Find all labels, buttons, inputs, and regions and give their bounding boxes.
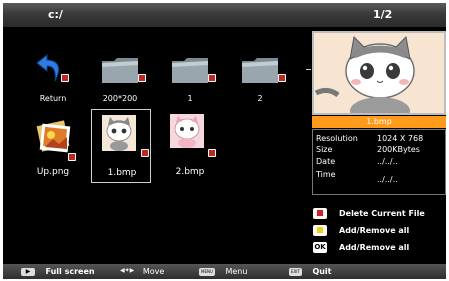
info-value-time: ../../..: [377, 175, 398, 184]
info-value-resolution: 1024 X 768: [377, 134, 424, 143]
info-value-date: ../../..: [377, 157, 398, 166]
check-mark: [278, 74, 286, 82]
header-bar: c:/ 1/2: [3, 3, 446, 27]
info-key-time: Time: [316, 170, 336, 179]
footer-bar: ▶ Full screen ◀✦▶ Move MENU Menu EXIT Qu…: [3, 264, 446, 279]
footer-full-screen: ▶ Full screen: [21, 267, 95, 276]
item-label: Up.png: [36, 167, 70, 177]
grid-item-2-bmp[interactable]: 2.bmp: [160, 111, 220, 179]
exit-key-icon: EXIT: [289, 267, 302, 276]
grid-item-up-png[interactable]: Up.png: [23, 111, 83, 179]
info-value-size: 200KBytes: [377, 145, 420, 154]
grid-item-folder-2[interactable]: 2: [230, 41, 290, 109]
folder-icon: [172, 58, 208, 83]
grid-item-return[interactable]: Return: [23, 41, 83, 109]
file-info-panel: Resolution 1024 X 768 Size 200KBytes Dat…: [312, 129, 446, 195]
footer-label: Quit: [312, 267, 332, 276]
item-label: 2.bmp: [175, 167, 205, 177]
photo-stack-icon: [36, 120, 71, 153]
legend-label: Delete Current File: [339, 209, 425, 218]
item-label: 1: [187, 94, 193, 103]
preview-filename: 1.bmp: [312, 116, 446, 128]
check-mark: [68, 153, 76, 161]
footer-menu: MENU Menu: [199, 267, 247, 276]
media-browser-screen: c:/ 1/2 Return 200*200 1 2 Up.png 1.bmp …: [3, 3, 446, 279]
page-indicator: 1/2: [373, 8, 393, 21]
footer-label: Menu: [225, 267, 248, 276]
preview-pointer: [306, 69, 311, 70]
check-mark: [208, 74, 216, 82]
check-mark: [141, 149, 149, 157]
footer-move: ◀✦▶ Move: [120, 265, 165, 276]
current-path: c:/: [48, 8, 63, 21]
item-label: 1.bmp: [107, 168, 137, 178]
check-mark: [138, 74, 146, 82]
folder-icon: [242, 58, 278, 83]
info-key-size: Size: [316, 145, 333, 154]
grid-item-folder-200x200[interactable]: 200*200: [90, 41, 150, 109]
legend-label: Add/Remove all: [339, 243, 410, 252]
info-key-resolution: Resolution: [316, 134, 358, 143]
footer-quit: EXIT Quit: [289, 267, 332, 276]
item-label: 2: [257, 94, 263, 103]
cat-preview-icon: [314, 33, 444, 113]
check-mark: [61, 74, 69, 82]
menu-key-icon: MENU: [199, 267, 215, 276]
check-mark: [208, 149, 216, 157]
cat-image-icon: [170, 114, 204, 148]
grid-item-folder-1[interactable]: 1: [160, 41, 220, 109]
grid-item-1-bmp[interactable]: 1.bmp: [91, 109, 151, 183]
play-key-icon: ▶: [21, 267, 35, 276]
footer-label: Full screen: [45, 267, 95, 276]
dpad-icon: ◀✦▶: [120, 267, 135, 274]
ok-key-icon: OK: [313, 242, 327, 253]
info-key-date: Date: [316, 157, 336, 166]
preview-image: [312, 31, 446, 115]
footer-label: Move: [142, 267, 165, 276]
folder-icon: [102, 58, 138, 83]
item-label: Return: [39, 94, 67, 103]
yellow-key-icon: [313, 225, 327, 236]
item-label: 200*200: [102, 94, 138, 103]
cat-image-icon: [102, 115, 136, 151]
legend-label: Add/Remove all: [339, 226, 410, 235]
red-key-icon: [313, 208, 327, 219]
